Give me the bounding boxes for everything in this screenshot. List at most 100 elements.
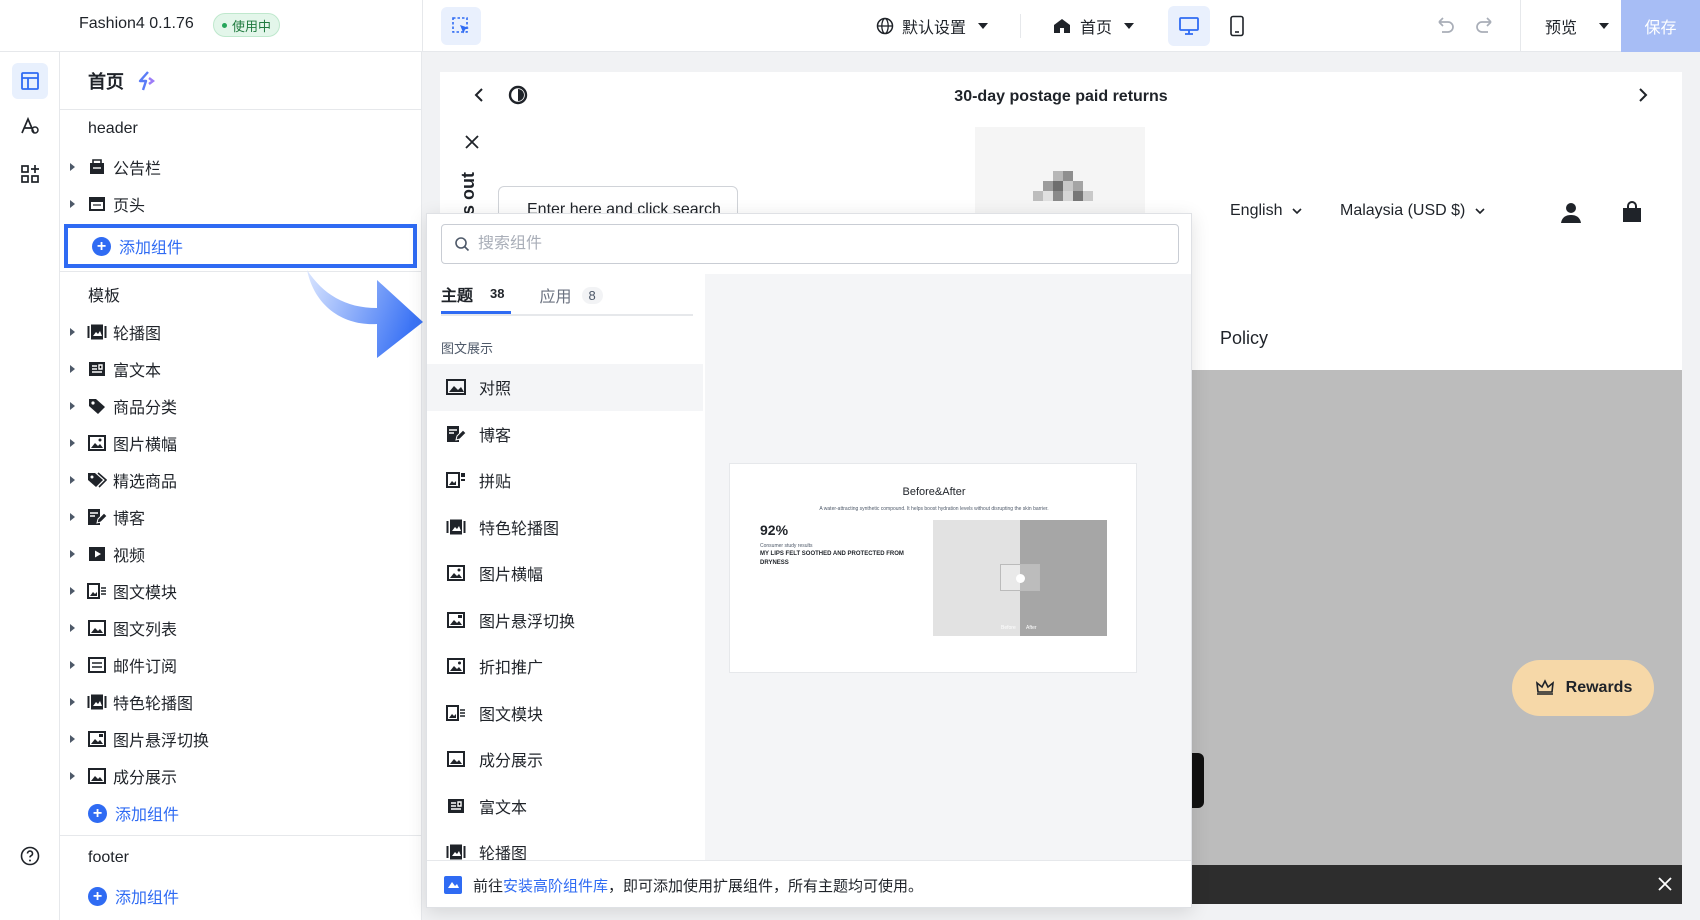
tree-item-label: 邮件订阅 xyxy=(113,658,178,676)
chevron-right-icon[interactable] xyxy=(1636,86,1650,109)
image-placeholder-icon xyxy=(1000,564,1040,591)
tree-item[interactable]: 博客 xyxy=(60,498,421,535)
expand-triangle-icon[interactable] xyxy=(70,475,75,484)
component-item-label: 富文本 xyxy=(479,799,528,817)
save-button[interactable]: 保存 xyxy=(1621,0,1700,52)
tree-item[interactable]: 图文列表 xyxy=(60,609,421,646)
category-icon xyxy=(87,397,107,415)
undo-icon[interactable] xyxy=(1434,14,1456,41)
close-icon[interactable] xyxy=(1658,877,1672,896)
side-text: s out xyxy=(458,172,478,215)
component-item[interactable]: 图片横幅 xyxy=(427,550,703,597)
tree-item[interactable]: 特色轮播图 xyxy=(60,683,421,720)
tree-item-label: 图片悬浮切换 xyxy=(113,732,210,750)
component-search[interactable] xyxy=(441,224,1179,264)
help-icon[interactable] xyxy=(12,838,48,874)
group-header: header xyxy=(88,120,138,137)
settings-dropdown[interactable]: 默认设置 xyxy=(876,13,989,39)
layout-icon[interactable] xyxy=(12,63,48,99)
expand-triangle-icon[interactable] xyxy=(70,660,75,669)
nav-item-policy[interactable]: Policy xyxy=(1220,328,1268,349)
component-item[interactable]: 图文模块 xyxy=(427,690,703,737)
page-dropdown[interactable]: 首页 xyxy=(1052,13,1135,39)
language-selector[interactable]: English xyxy=(1230,202,1303,220)
mobile-icon xyxy=(1230,15,1244,37)
redo-icon[interactable] xyxy=(1474,14,1496,41)
expand-triangle-icon[interactable] xyxy=(70,401,75,410)
tree-item-label: 视频 xyxy=(113,547,146,565)
add-component-footer-button[interactable]: + 添加组件 xyxy=(60,877,421,915)
component-preview: Before&After A water-attracting syntheti… xyxy=(705,274,1191,874)
component-item[interactable]: 成分展示 xyxy=(427,736,703,783)
component-item-label: 折扣推广 xyxy=(479,660,544,678)
chevron-down-icon xyxy=(1292,208,1303,215)
select-tool-button[interactable] xyxy=(441,7,481,45)
component-item-label: 成分展示 xyxy=(479,753,544,771)
account-icon[interactable] xyxy=(1560,202,1582,229)
desktop-view-button[interactable] xyxy=(1168,6,1210,46)
component-item[interactable]: 拼贴 xyxy=(427,457,703,504)
tree-item[interactable]: 图片横幅 xyxy=(60,424,421,461)
expand-triangle-icon[interactable] xyxy=(70,623,75,632)
group-footer: footer xyxy=(88,849,129,866)
tree-item[interactable]: 精选商品 xyxy=(60,461,421,498)
theme-style-icon[interactable] xyxy=(12,108,48,144)
preview-dropdown[interactable]: 预览 xyxy=(1545,13,1610,39)
tree-item[interactable]: 成分展示 xyxy=(60,757,421,794)
component-item[interactable]: 富文本 xyxy=(427,783,703,830)
search-input[interactable] xyxy=(478,235,1078,253)
component-item[interactable]: 博客 xyxy=(427,411,703,458)
image-banner-icon xyxy=(87,434,107,452)
tree-item[interactable]: 页头 xyxy=(60,185,421,222)
component-item[interactable]: 图片悬浮切换 xyxy=(427,597,703,644)
apps-icon[interactable] xyxy=(12,156,48,192)
cart-icon[interactable] xyxy=(1622,201,1642,228)
image-list-icon xyxy=(87,619,107,637)
currency-selector[interactable]: Malaysia (USD $) xyxy=(1340,202,1485,220)
add-component-header-button[interactable]: + 添加组件 xyxy=(64,224,417,268)
tree-item-label: 轮播图 xyxy=(113,325,162,343)
tree-item-label: 图文模块 xyxy=(113,584,178,602)
expand-triangle-icon[interactable] xyxy=(70,771,75,780)
tree-item[interactable]: 公告栏 xyxy=(60,148,421,185)
expand-triangle-icon[interactable] xyxy=(70,549,75,558)
bottom-notice-bar xyxy=(1190,865,1682,904)
chevron-left-icon[interactable] xyxy=(472,86,486,109)
component-list: 对照 博客 拼贴 特色轮播图 图片横幅 图片悬浮切换 折扣推广 图文模块 成分展示 富文本 轮播图 xyxy=(427,364,703,876)
tab-apps[interactable]: 应用 8 xyxy=(539,276,603,314)
expand-triangle-icon[interactable] xyxy=(70,697,75,706)
tree-item[interactable]: 视频 xyxy=(60,535,421,572)
guide-arrow-icon xyxy=(307,270,423,358)
expand-triangle-icon[interactable] xyxy=(70,438,75,447)
add-component-template-button[interactable]: + 添加组件 xyxy=(60,794,421,832)
rewards-button[interactable]: Rewards xyxy=(1512,660,1654,716)
picker-tabs: 主题 38 应用 8 xyxy=(441,276,693,316)
expand-triangle-icon[interactable] xyxy=(70,327,75,336)
close-icon[interactable] xyxy=(464,134,480,155)
plus-icon: + xyxy=(88,803,107,823)
tree-item-label: 特色轮播图 xyxy=(113,695,194,713)
expand-triangle-icon[interactable] xyxy=(70,734,75,743)
expand-triangle-icon[interactable] xyxy=(70,162,75,171)
component-item[interactable]: 特色轮播图 xyxy=(427,504,703,551)
blog-icon xyxy=(445,424,467,444)
video-icon xyxy=(87,545,107,563)
install-library-link[interactable]: 安装高阶组件库 xyxy=(503,878,608,895)
tree-item[interactable]: 图片悬浮切换 xyxy=(60,720,421,757)
mobile-view-button[interactable] xyxy=(1216,6,1258,46)
tree-item[interactable]: 商品分类 xyxy=(60,387,421,424)
switch-page-icon[interactable] xyxy=(134,69,158,93)
slideshow-icon xyxy=(87,693,107,711)
tree-item-label: 页头 xyxy=(113,197,146,215)
component-item[interactable]: 折扣推广 xyxy=(427,643,703,690)
expand-triangle-icon[interactable] xyxy=(70,199,75,208)
tree-item-label: 公告栏 xyxy=(113,160,162,178)
tab-theme[interactable]: 主题 38 xyxy=(441,276,512,314)
expand-triangle-icon[interactable] xyxy=(70,512,75,521)
tree-item[interactable]: 邮件订阅 xyxy=(60,646,421,683)
expand-triangle-icon[interactable] xyxy=(70,364,75,373)
tree-item[interactable]: 图文模块 xyxy=(60,572,421,609)
expand-triangle-icon[interactable] xyxy=(70,586,75,595)
tree-item-label: 图文列表 xyxy=(113,621,178,639)
component-item[interactable]: 对照 xyxy=(427,364,703,411)
